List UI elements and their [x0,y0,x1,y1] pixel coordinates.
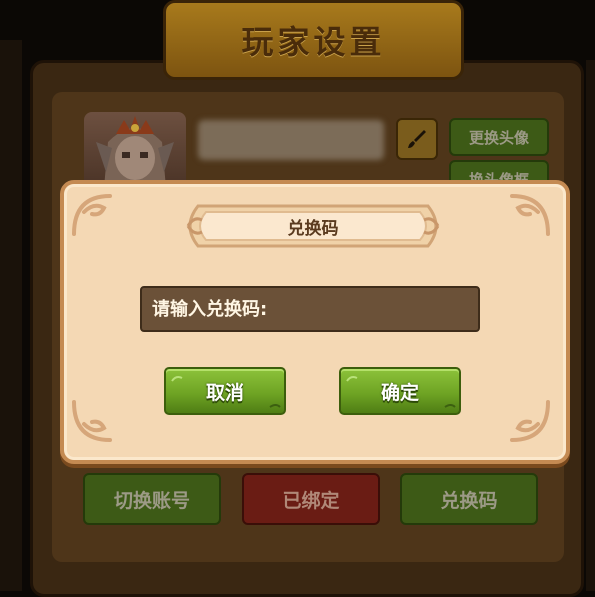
screen-title-plate: 玩家设置 [163,0,464,80]
player-name-field [198,120,384,160]
switch-account-button[interactable]: 切换账号 [83,473,221,525]
bound-status-button[interactable]: 已绑定 [242,473,380,525]
corner-ornament-top-left [72,194,112,236]
corner-ornament-bottom-left [72,400,112,442]
change-avatar-button[interactable]: 更换头像 [449,118,549,156]
dialog-title: 兑换码 [287,218,339,239]
corner-ornament-top-right [510,194,550,236]
cancel-label: 取消 [205,381,244,404]
avatar-image [96,116,174,188]
frame-right-edge [586,60,595,591]
player-avatar[interactable] [84,112,186,188]
redeem-code-input[interactable] [140,286,480,332]
frame-left-edge [0,40,22,591]
edit-name-button[interactable] [396,118,438,160]
confirm-button[interactable]: 确定 [339,367,461,415]
change-avatar-label: 更换头像 [468,128,529,147]
brush-icon [408,130,426,148]
redeem-code-label: 兑换码 [440,489,498,512]
screen-title: 玩家设置 [241,23,386,61]
redeem-code-button[interactable]: 兑换码 [400,473,538,525]
bound-status-label: 已绑定 [282,489,340,512]
cancel-button[interactable]: 取消 [164,367,286,415]
switch-account-label: 切换账号 [113,489,190,512]
corner-ornament-bottom-right [510,400,550,442]
confirm-label: 确定 [380,381,419,404]
